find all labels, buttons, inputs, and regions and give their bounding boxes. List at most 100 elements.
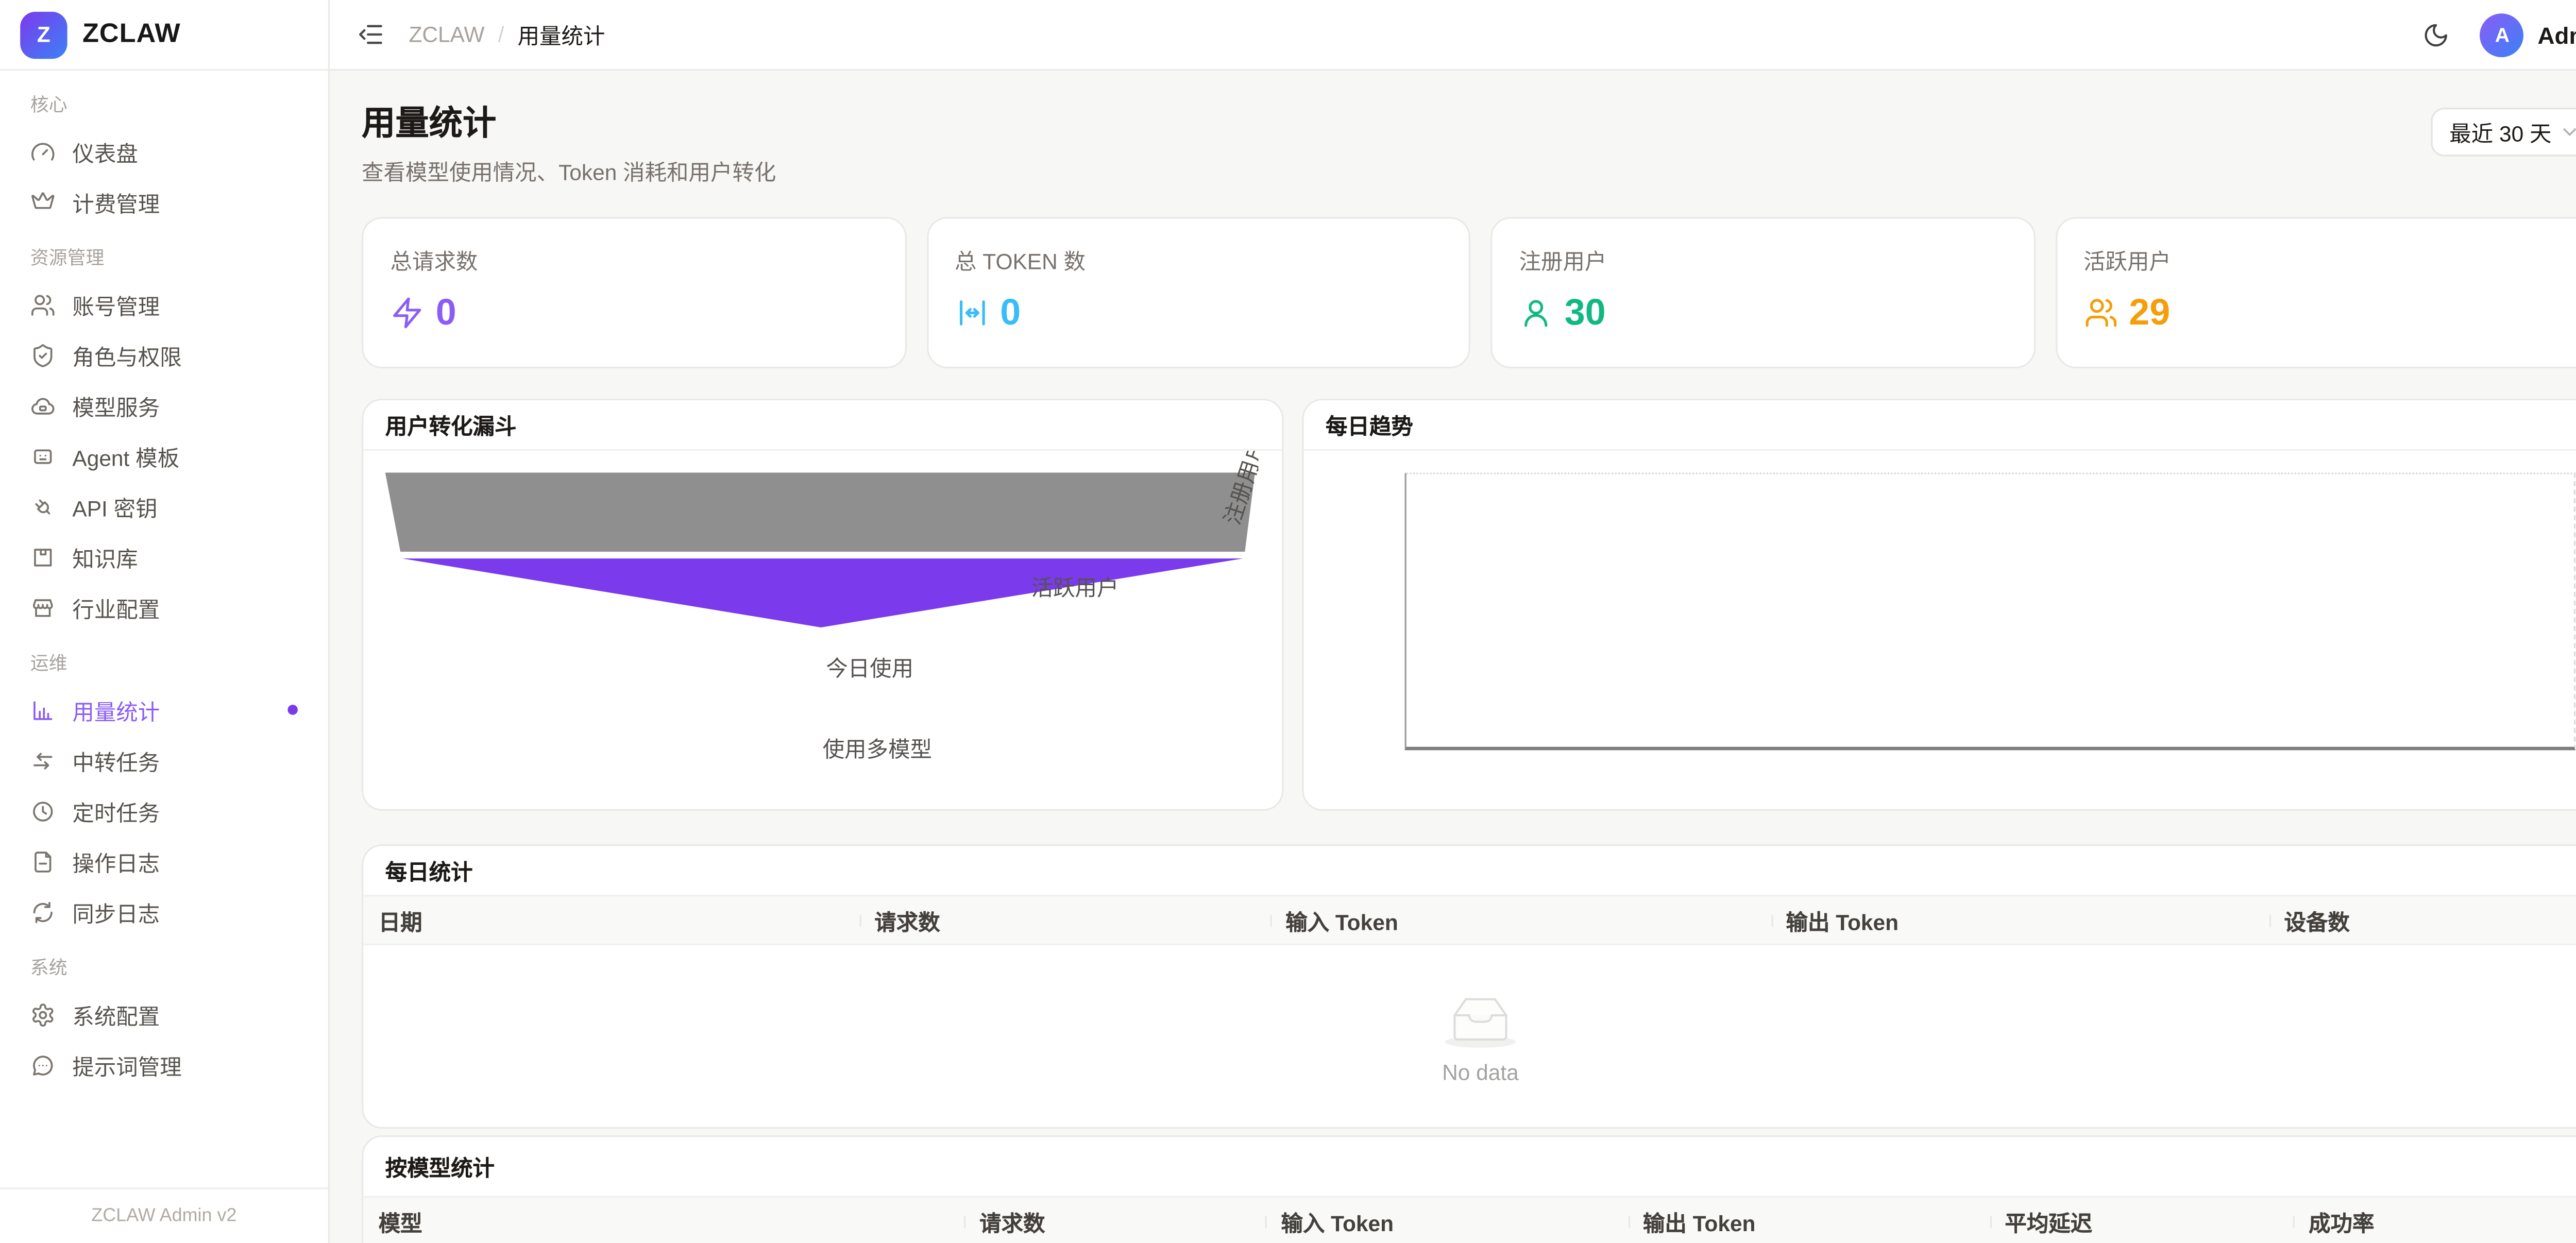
column-header-output-token: 输出 Token — [1628, 1205, 1990, 1237]
column-header-output-token: 输出 Token — [1771, 904, 2269, 936]
sidebar-item-label: 同步日志 — [72, 896, 160, 928]
sidebar-item-prompt-management[interactable]: 提示词管理 — [17, 1040, 311, 1090]
column-header-input-token: 输入 Token — [1270, 904, 1771, 936]
bot-icon — [30, 443, 56, 468]
sidebar-item-roles[interactable]: 角色与权限 — [17, 330, 311, 380]
trend-plot-area — [1405, 473, 2576, 751]
active-indicator-dot — [287, 705, 298, 715]
sidebar-item-sync-logs[interactable]: 同步日志 — [17, 887, 311, 937]
page-title: 用量统计 — [362, 104, 776, 144]
stat-value: 0 — [1000, 291, 1021, 335]
sidebar-item-knowledge-base[interactable]: 知识库 — [17, 532, 311, 582]
cloud-server-icon — [30, 393, 56, 418]
main-content: 用量统计 查看模型使用情况、Token 消耗和用户转化 最近 30 天 总请求数… — [330, 71, 2576, 1243]
trend-card: 每日趋势 — [1302, 399, 2576, 811]
brand-name: ZCLAW — [82, 20, 181, 50]
sidebar-item-relay-tasks[interactable]: 中转任务 — [17, 735, 311, 786]
user-name[interactable]: Admin — [2538, 21, 2576, 48]
column-header-date: 日期 — [363, 904, 859, 936]
zap-icon — [391, 296, 424, 330]
page-subtitle: 查看模型使用情况、Token 消耗和用户转化 — [362, 155, 776, 186]
no-data-text: No data — [1442, 1059, 1519, 1084]
date-range-value: 最近 30 天 — [2449, 116, 2551, 148]
clock-icon — [30, 798, 56, 823]
sidebar-item-label: API 密钥 — [72, 490, 157, 522]
column-header-requests: 请求数 — [964, 1205, 1266, 1237]
page-head: 用量统计 查看模型使用情况、Token 消耗和用户转化 最近 30 天 — [362, 104, 2576, 186]
sync-icon — [30, 899, 56, 924]
stat-value: 0 — [436, 291, 456, 335]
users-icon — [2083, 296, 2117, 330]
column-header-avg-latency: 平均延迟 — [1990, 1205, 2294, 1237]
model-table-header: 模型 请求数 输入 Token 输出 Token 平均延迟 成功率 — [363, 1196, 2576, 1243]
sidebar-item-usage-stats[interactable]: 用量统计 — [17, 685, 311, 735]
breadcrumb-current: 用量统计 — [518, 19, 605, 50]
plug-icon — [30, 493, 56, 519]
stat-value: 30 — [1565, 291, 1606, 335]
nav-section-system: 系统 — [30, 953, 298, 980]
sidebar-item-model-services[interactable]: 模型服务 — [17, 380, 311, 431]
empty-state: No data — [363, 945, 2576, 1129]
nav-section-resources: 资源管理 — [30, 244, 298, 270]
column-header-input-token: 输入 Token — [1266, 1205, 1628, 1237]
user-icon — [1519, 296, 1553, 330]
stat-label: 总请求数 — [391, 244, 877, 276]
sidebar-item-label: 仪表盘 — [72, 135, 138, 167]
sidebar-item-accounts[interactable]: 账号管理 — [17, 279, 311, 330]
stat-label: 总 TOKEN 数 — [955, 244, 1442, 276]
breadcrumb-root[interactable]: ZCLAW — [409, 22, 484, 47]
file-text-icon — [30, 848, 56, 874]
model-table-title: 按模型统计 — [385, 1150, 495, 1182]
model-stats-card: 按模型统计 模型 请求数 输入 Token 输出 Token 平均延迟 成功率 — [362, 1135, 2576, 1243]
sidebar-item-billing[interactable]: 计费管理 — [17, 177, 311, 227]
sidebar-item-label: 用量统计 — [72, 694, 160, 726]
topbar: ZCLAW / 用量统计 A Admin — [330, 0, 2576, 71]
store-icon — [30, 594, 56, 620]
stat-label: 活跃用户 — [2083, 244, 2570, 276]
sidebar-item-agent-templates[interactable]: Agent 模板 — [17, 431, 311, 481]
sidebar-item-label: 计费管理 — [72, 186, 160, 218]
column-header-model: 模型 — [363, 1205, 964, 1237]
column-header-requests: 请求数 — [859, 904, 1270, 936]
funnel-chart[interactable]: 注册用户 活跃用户 今日使用 使用多模型 — [363, 451, 1282, 811]
funnel-card-title: 用户转化漏斗 — [385, 408, 517, 440]
funnel-canvas: 注册用户 活跃用户 今日使用 使用多模型 — [385, 451, 1259, 811]
sidebar-item-label: Agent 模板 — [72, 440, 179, 472]
sidebar-collapse-button[interactable] — [357, 20, 385, 49]
sidebar-item-label: 定时任务 — [72, 795, 160, 827]
sidebar-item-api-keys[interactable]: API 密钥 — [17, 481, 311, 532]
funnel-card: 用户转化漏斗 注册用户 活跃用户 今日使用 使用多模型 — [362, 399, 1283, 811]
brand-logo: Z — [20, 11, 67, 58]
sidebar-item-operation-logs[interactable]: 操作日志 — [17, 836, 311, 887]
sidebar-item-label: 中转任务 — [72, 744, 160, 776]
stat-card-registered-users: 注册用户 30 — [1490, 217, 2035, 368]
message-dots-icon — [30, 1052, 56, 1077]
app-root: Z ZCLAW 核心 仪表盘 计费管理 资源管理 — [0, 0, 2576, 1243]
sidebar-item-dashboard[interactable]: 仪表盘 — [17, 126, 311, 177]
brand[interactable]: Z ZCLAW — [0, 0, 328, 71]
sidebar-item-label: 角色与权限 — [72, 339, 181, 371]
stat-card-active-users: 活跃用户 29 — [2055, 217, 2576, 368]
sidebar-footer-version: ZCLAW Admin v2 — [0, 1187, 328, 1243]
sidebar-nav: 核心 仪表盘 计费管理 资源管理 账号管理 — [0, 71, 328, 1189]
bar-chart-icon — [30, 697, 56, 722]
sidebar-item-system-config[interactable]: 系统配置 — [17, 989, 311, 1040]
trend-chart[interactable] — [1304, 451, 2576, 811]
column-header-devices: 设备数 — [2269, 904, 2576, 936]
sidebar-item-label: 账号管理 — [72, 288, 160, 320]
stat-card-total-requests: 总请求数 0 — [362, 217, 906, 368]
sidebar-item-industry-config[interactable]: 行业配置 — [17, 582, 311, 633]
trend-card-title: 每日趋势 — [1326, 408, 1413, 440]
avatar[interactable]: A — [2480, 12, 2524, 56]
breadcrumb: ZCLAW / 用量统计 — [409, 19, 605, 50]
sidebar-item-label: 提示词管理 — [72, 1049, 181, 1081]
date-range-select[interactable]: 最近 30 天 — [2431, 108, 2576, 157]
shield-check-icon — [30, 342, 56, 367]
sidebar-item-label: 系统配置 — [72, 998, 160, 1030]
nav-section-ops: 运维 — [30, 649, 298, 676]
column-header-success-rate: 成功率 — [2294, 1205, 2576, 1237]
sidebar-item-label: 行业配置 — [72, 591, 160, 623]
funnel-label-active: 活跃用户 — [1031, 570, 1119, 602]
sidebar-item-scheduled-tasks[interactable]: 定时任务 — [17, 786, 311, 836]
moon-icon[interactable] — [2423, 21, 2450, 48]
